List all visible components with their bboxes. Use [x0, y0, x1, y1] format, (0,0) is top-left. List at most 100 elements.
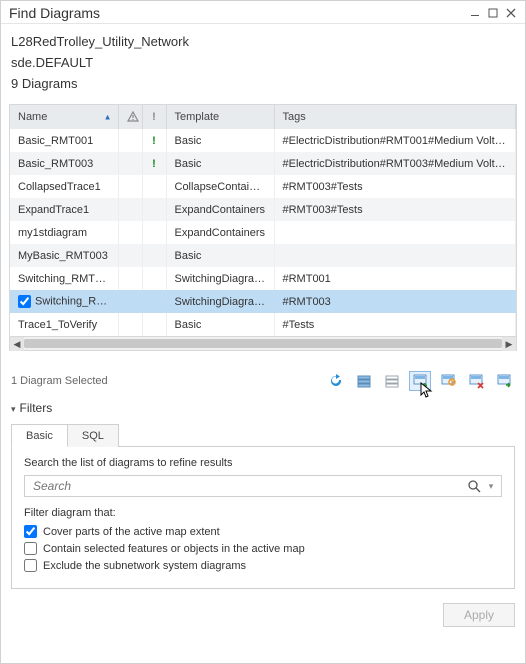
row-consistency-cell: ! — [142, 152, 166, 175]
filter-cover-checkbox[interactable] — [24, 525, 37, 538]
search-icon[interactable] — [467, 479, 485, 493]
horizontal-scrollbar[interactable]: ◀ ▶ — [10, 336, 516, 350]
filter-cover-extent[interactable]: Cover parts of the active map extent — [24, 523, 502, 540]
filter-caption: Filter diagram that: — [24, 507, 502, 519]
titlebar: Find Diagrams — [1, 1, 525, 24]
table-row[interactable]: Basic_RMT003! Basic#ElectricDistribution#… — [10, 152, 516, 175]
diagrams-table: Name ▲ ! Template Tags — [9, 104, 517, 351]
minimize-button[interactable] — [467, 6, 483, 20]
refresh-button[interactable] — [325, 371, 347, 391]
row-tags — [274, 221, 516, 244]
row-template: Basic — [166, 152, 274, 175]
diagram-count: 9 Diagrams — [11, 74, 515, 95]
apply-button[interactable]: Apply — [443, 603, 515, 627]
table-row[interactable]: MyBasic_RMT003 Basic — [10, 244, 516, 267]
column-header-template[interactable]: Template — [166, 105, 274, 129]
row-alert-cell — [118, 198, 142, 221]
alert-header-icon — [127, 111, 134, 123]
table-row[interactable]: Basic_RMT001! Basic#ElectricDistribution#… — [10, 129, 516, 152]
export-diagram-button[interactable] — [493, 371, 515, 391]
row-name: my1stdiagram — [18, 227, 87, 239]
row-name: MyBasic_RMT003 — [18, 250, 108, 262]
row-name: CollapsedTrace1 — [18, 181, 101, 193]
tab-sql[interactable]: SQL — [67, 424, 119, 447]
close-button[interactable] — [503, 6, 519, 20]
row-tags: #RMT003#Tests — [274, 198, 516, 221]
column-header-name[interactable]: Name ▲ — [10, 105, 118, 129]
scroll-thumb[interactable] — [24, 339, 502, 348]
network-name: L28RedTrolley_Utility_Network — [11, 32, 515, 53]
maximize-button[interactable] — [485, 6, 501, 20]
row-name: Basic_RMT003 — [18, 158, 93, 170]
row-name: Switching_RMT003 — [35, 296, 118, 308]
row-tags: #ElectricDistribution#RMT003#Medium Volt… — [274, 152, 516, 175]
row-template: Basic — [166, 129, 274, 152]
toolbar — [325, 371, 515, 391]
row-alert-cell — [118, 313, 142, 336]
row-tags: #RMT001 — [274, 267, 516, 290]
tab-basic[interactable]: Basic — [11, 424, 68, 447]
remove-diagram-button[interactable] — [465, 371, 487, 391]
selection-count-label: 1 Diagram Selected — [11, 375, 325, 387]
row-consistency-cell: ! — [142, 129, 166, 152]
row-tags: #ElectricDistribution#RMT001#Medium Volt… — [274, 129, 516, 152]
exclamation-header-icon: ! — [152, 111, 156, 123]
row-template: SwitchingDiagrams — [166, 267, 274, 290]
row-consistency-cell — [142, 198, 166, 221]
column-header-tags[interactable]: Tags — [274, 105, 516, 129]
table-row[interactable]: my1stdiagram ExpandContainers — [10, 221, 516, 244]
column-header-exclamation[interactable]: ! — [142, 105, 166, 129]
table-row[interactable]: Switching_RMT003SwitchingDiagrams#RMT003 — [10, 290, 516, 313]
filters-section: Filters Basic SQL Search the list of dia… — [1, 397, 525, 595]
filters-heading[interactable]: Filters — [11, 399, 515, 417]
row-template: CollapseContainers — [166, 175, 274, 198]
exclamation-icon: ! — [152, 135, 156, 147]
row-alert-cell — [118, 152, 142, 175]
exclamation-icon: ! — [152, 158, 156, 170]
row-consistency-cell — [142, 244, 166, 267]
filter-exclude-checkbox[interactable] — [24, 559, 37, 572]
row-template: ExpandContainers — [166, 221, 274, 244]
table-row[interactable]: Trace1_ToVerify Basic#Tests — [10, 313, 516, 336]
clear-selection-button[interactable] — [381, 371, 403, 391]
row-tags: #Tests — [274, 313, 516, 336]
header: L28RedTrolley_Utility_Network sde.DEFAUL… — [1, 24, 525, 98]
table-row[interactable]: CollapsedTrace1 CollapseContainers#RMT003… — [10, 175, 516, 198]
row-alert-cell — [118, 290, 142, 313]
row-template: ExpandContainers — [166, 198, 274, 221]
row-name: ExpandTrace1 — [18, 204, 89, 216]
panel-title: Find Diagrams — [9, 5, 465, 21]
add-to-map-button[interactable] — [409, 371, 431, 391]
row-consistency-cell — [142, 175, 166, 198]
filter-exclude-subnetwork[interactable]: Exclude the subnetwork system diagrams — [24, 557, 502, 574]
row-name: Switching_RMT001 — [18, 273, 113, 285]
row-template: Basic — [166, 313, 274, 336]
row-name: Trace1_ToVerify — [18, 319, 97, 331]
table-row[interactable]: ExpandTrace1 ExpandContainers#RMT003#Test… — [10, 198, 516, 221]
row-tags: #RMT003#Tests — [274, 175, 516, 198]
row-alert-cell — [118, 129, 142, 152]
row-template: Basic — [166, 244, 274, 267]
table-row[interactable]: Switching_RMT001 SwitchingDiagrams#RMT001 — [10, 267, 516, 290]
filter-contain-checkbox[interactable] — [24, 542, 37, 555]
search-dropdown-icon[interactable]: ▾ — [485, 481, 497, 492]
row-tags: #RMT003 — [274, 290, 516, 313]
row-alert-cell — [118, 244, 142, 267]
scroll-left-icon[interactable]: ◀ — [10, 337, 24, 351]
row-tags — [274, 244, 516, 267]
row-alert-cell — [118, 175, 142, 198]
search-input[interactable] — [33, 479, 467, 493]
row-consistency-cell — [142, 290, 166, 313]
filter-contain-selected[interactable]: Contain selected features or objects in … — [24, 540, 502, 557]
search-prompt: Search the list of diagrams to refine re… — [24, 457, 502, 469]
version-name: sde.DEFAULT — [11, 53, 515, 74]
row-consistency-cell — [142, 221, 166, 244]
row-checkbox[interactable] — [18, 295, 31, 308]
scroll-right-icon[interactable]: ▶ — [502, 337, 516, 351]
row-alert-cell — [118, 221, 142, 244]
sort-ascending-icon: ▲ — [104, 113, 112, 122]
select-all-button[interactable] — [353, 371, 375, 391]
row-name: Basic_RMT001 — [18, 135, 93, 147]
column-header-alert[interactable] — [118, 105, 142, 129]
open-diagram-button[interactable] — [437, 371, 459, 391]
